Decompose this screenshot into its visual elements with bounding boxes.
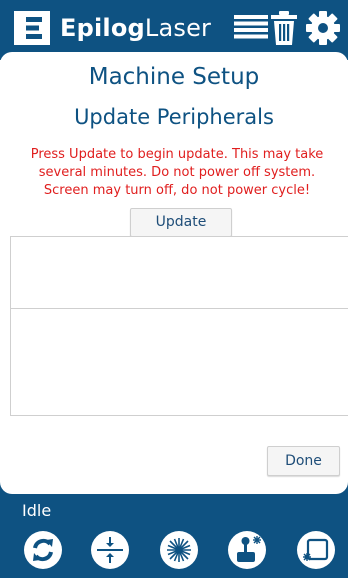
focus-icon [97, 537, 123, 563]
joystick-icon [237, 536, 261, 562]
machine-status: Idle [22, 501, 52, 520]
done-button[interactable]: Done [267, 446, 340, 476]
brand-light: Laser [144, 14, 212, 42]
logo-mark-icon [14, 11, 50, 45]
peripheral-list-panel [10, 236, 348, 310]
warning-line: Press Update to begin update. This may t… [30, 147, 324, 162]
page-subtitle: Update Peripherals [74, 105, 274, 129]
footer-curve [0, 478, 348, 494]
refresh-icon [33, 538, 53, 562]
jog-button[interactable] [228, 531, 266, 569]
gear-icon[interactable] [306, 11, 340, 45]
laser-icon [167, 538, 191, 562]
trash-icon[interactable] [270, 10, 298, 46]
focus-button[interactable] [91, 531, 129, 569]
window-icon [303, 538, 329, 561]
brand-bold: Epilog [60, 14, 145, 42]
window-button[interactable] [297, 531, 335, 569]
refresh-button[interactable] [24, 531, 62, 569]
update-log-panel [10, 308, 348, 416]
warning-message: Press Update to begin update. This may t… [14, 146, 340, 200]
warning-line: Screen may turn off, do not power cycle! [43, 183, 311, 198]
warning-line: several minutes. Do not power off system… [38, 165, 316, 180]
update-button[interactable]: Update [130, 208, 232, 237]
list-icon[interactable] [234, 10, 268, 44]
page-title: Machine Setup [88, 64, 260, 90]
epilog-logo: EpilogLaser [14, 11, 211, 45]
laser-button[interactable] [160, 531, 198, 569]
brand-name: EpilogLaser [60, 11, 211, 45]
